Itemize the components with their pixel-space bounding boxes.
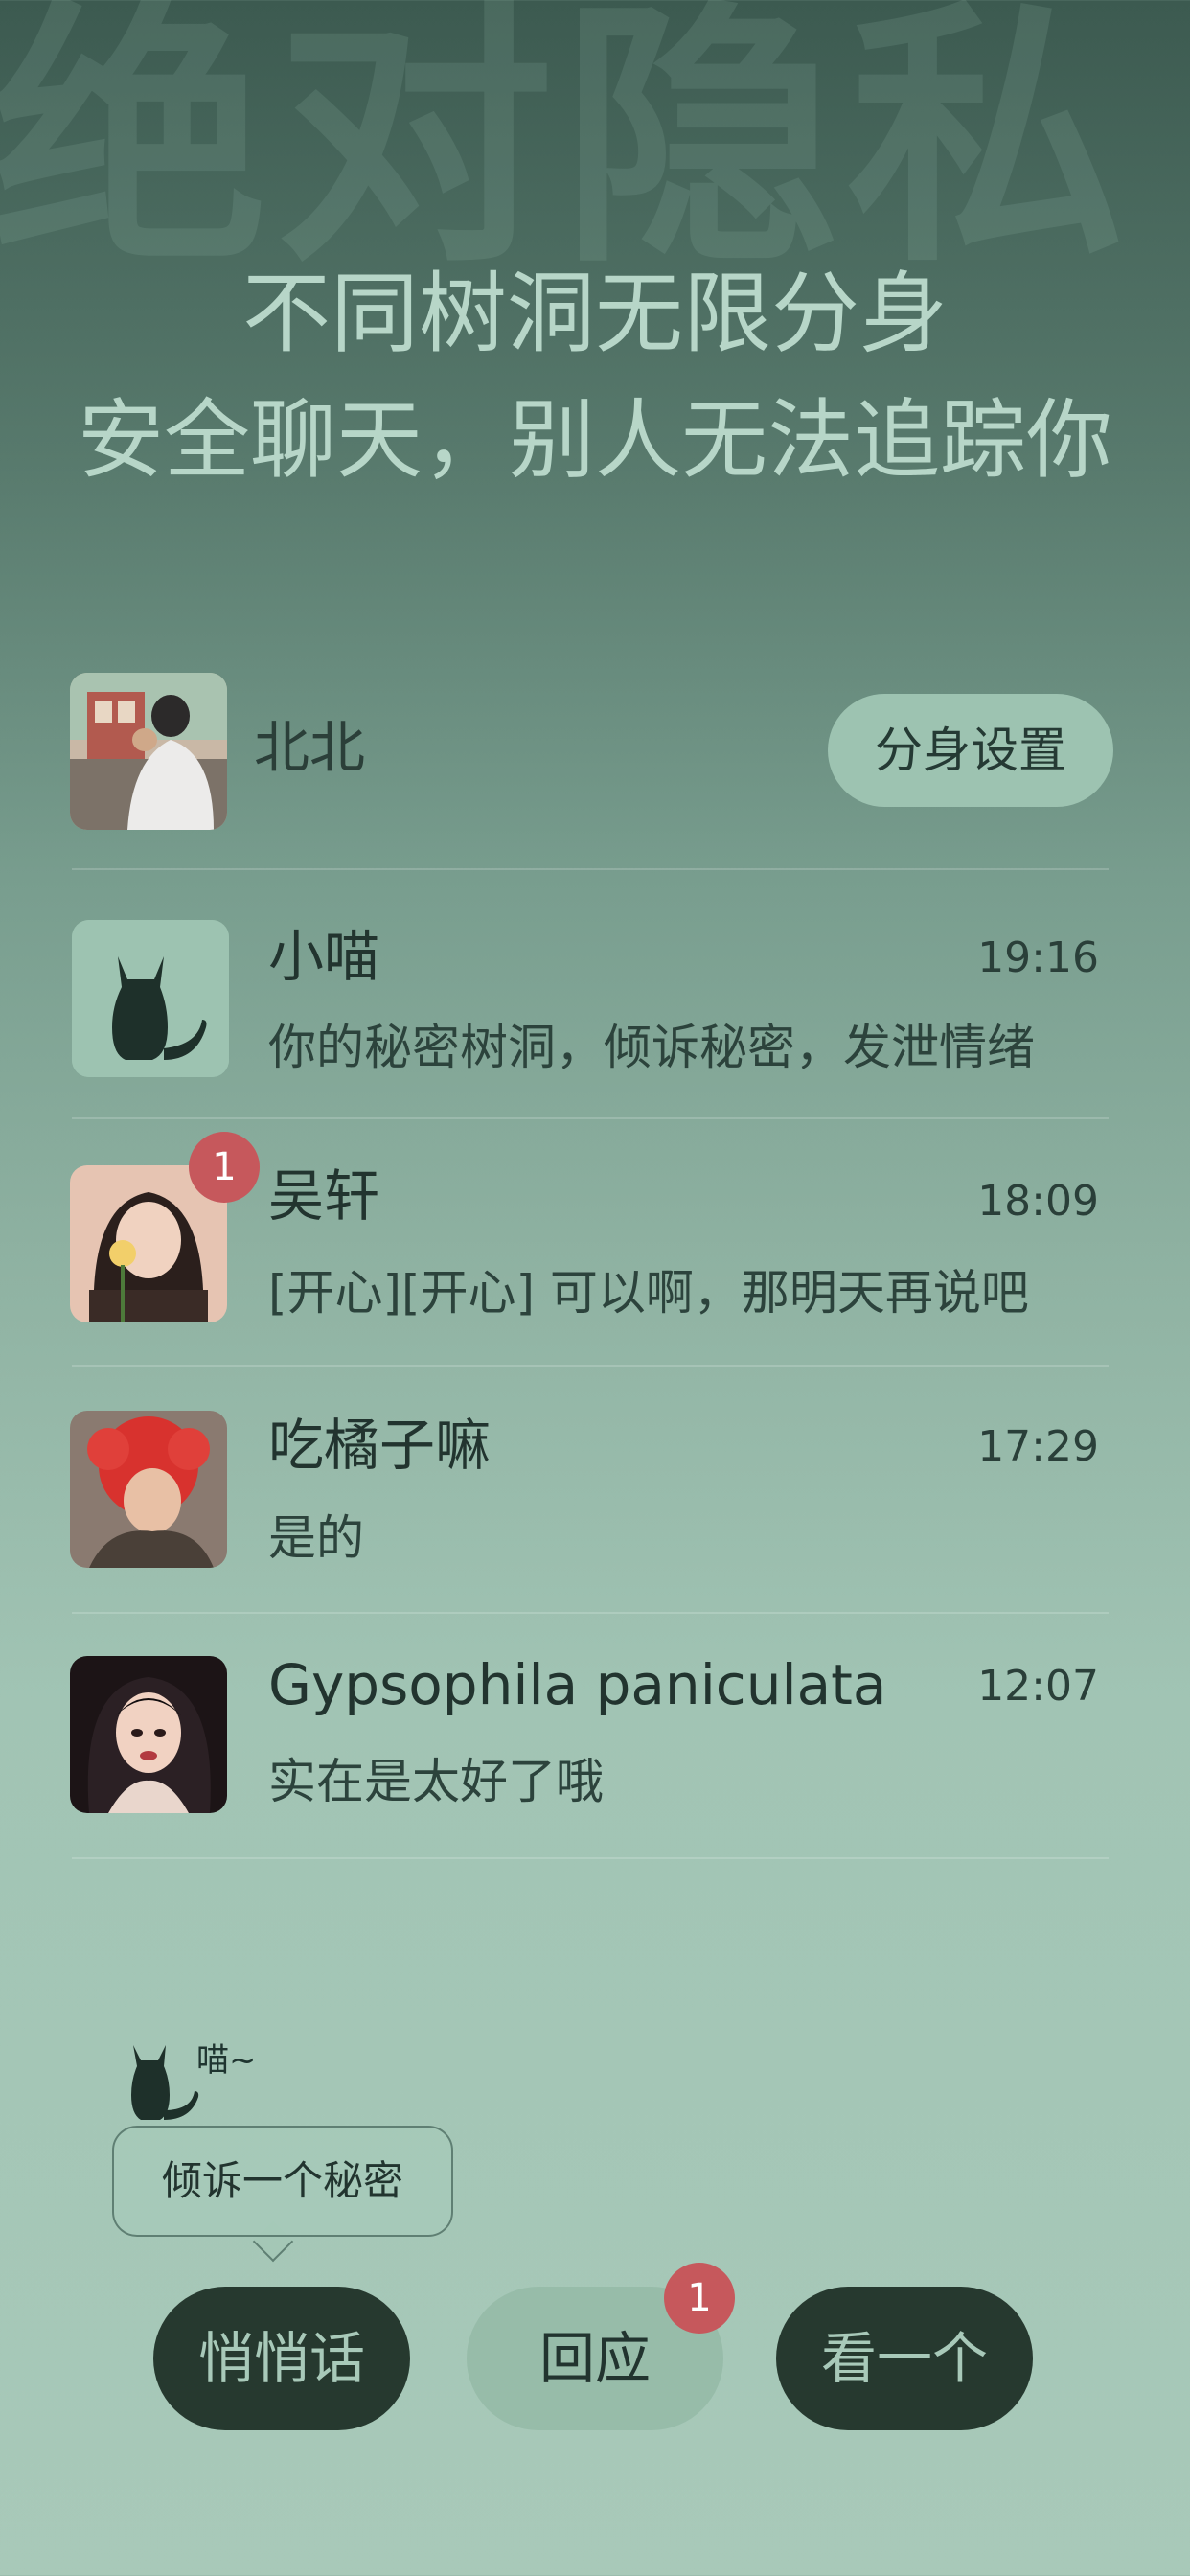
look-one-button[interactable]: 看一个	[776, 2287, 1033, 2430]
chat-message: 实在是太好了哦	[268, 1754, 604, 1809]
chat-name: 吃橘子嘛	[268, 1413, 492, 1478]
divider	[72, 1857, 1109, 1859]
avatar-photo	[70, 1411, 227, 1568]
cat-icon	[72, 920, 229, 1077]
chat-name: 吴轩	[268, 1163, 380, 1229]
self-avatar-image	[70, 673, 227, 830]
whisper-button[interactable]: 悄悄话	[153, 2287, 410, 2430]
chat-time: 18:09	[977, 1177, 1099, 1226]
divider	[72, 868, 1109, 870]
chat-message: 是的	[268, 1510, 364, 1566]
divider	[72, 1117, 1109, 1119]
tooltip-bubble[interactable]: 倾诉一个秘密	[112, 2126, 453, 2237]
chat-avatar-4	[70, 1656, 227, 1813]
chat-name: 小喵	[268, 924, 380, 989]
avatar-illustration	[70, 1656, 227, 1813]
chat-message: 你的秘密树洞，倾诉秘密，发泄情绪	[268, 1020, 1035, 1075]
chat-avatar-3	[70, 1411, 227, 1568]
chat-time: 12:07	[977, 1662, 1099, 1711]
reply-badge: 1	[664, 2263, 735, 2334]
self-avatar[interactable]	[70, 673, 227, 830]
headline-primary: 不同树洞无限分身	[241, 263, 948, 365]
chat-avatar-1	[72, 920, 229, 1077]
divider	[72, 1365, 1109, 1367]
headline-secondary: 安全聊天，别人无法追踪你	[78, 390, 1112, 491]
meow-label: 喵~	[196, 2041, 257, 2080]
chat-name: Gypsophila paniculata	[268, 1652, 887, 1717]
chat-message: [开心][开心] 可以啊，那明天再说吧	[268, 1265, 1029, 1321]
clone-settings-button[interactable]: 分身设置	[828, 694, 1113, 807]
unread-badge: 1	[189, 1132, 260, 1203]
chat-time: 17:29	[977, 1422, 1099, 1471]
chat-time: 19:16	[977, 933, 1099, 982]
self-name[interactable]: 北北	[254, 709, 365, 786]
watermark-title: 绝对隐私	[0, 0, 1133, 300]
divider	[72, 1612, 1109, 1614]
